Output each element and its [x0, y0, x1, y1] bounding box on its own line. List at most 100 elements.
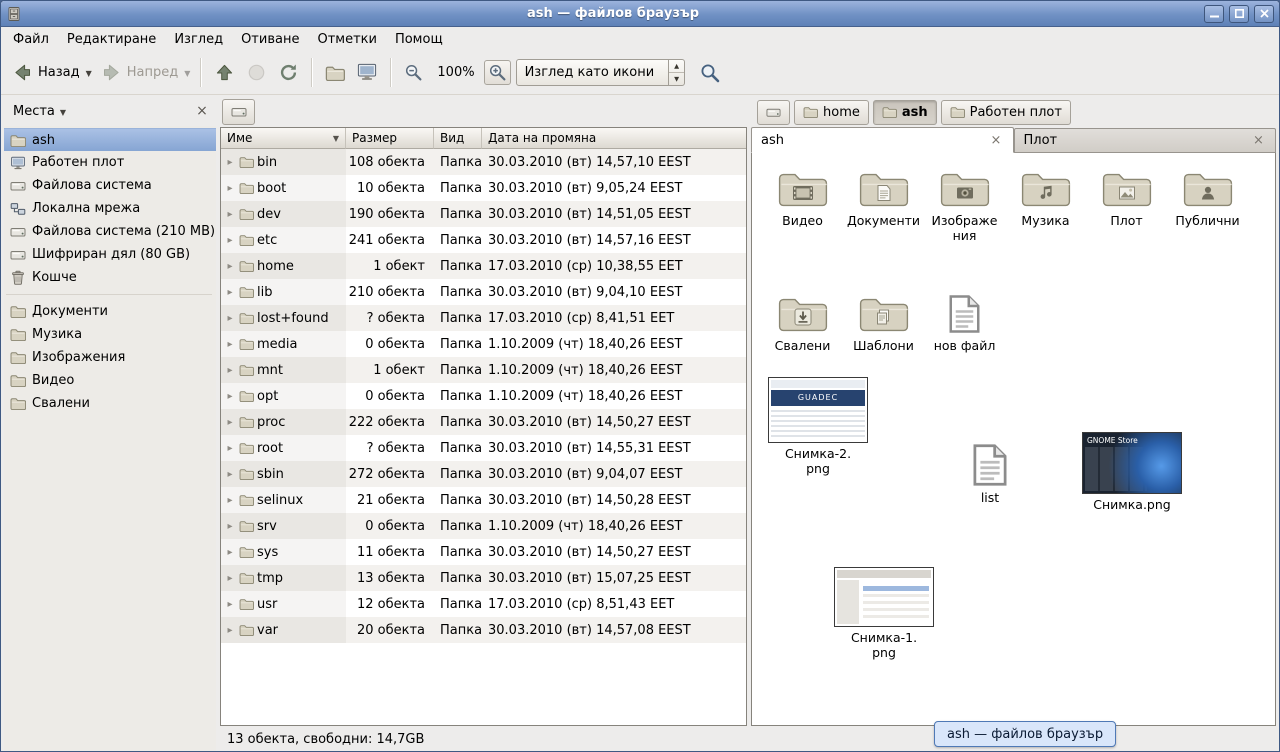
tree-row-etc[interactable]: ▸etc241 обектаПапка30.03.2010 (вт) 14,57…	[221, 227, 746, 253]
stop-button[interactable]	[241, 58, 272, 87]
forward-history-dropdown-icon[interactable]: ▼	[184, 65, 193, 80]
menu-file[interactable]: Файл	[5, 29, 57, 50]
icon-view-item-public[interactable]: Публични	[1167, 167, 1248, 244]
maximize-button[interactable]	[1229, 5, 1249, 23]
forward-button[interactable]: Напред	[96, 58, 183, 87]
expander-icon[interactable]: ▸	[224, 261, 236, 272]
expander-icon[interactable]: ▸	[224, 599, 236, 610]
path-button-root[interactable]	[757, 100, 790, 125]
icon-view-item-templates[interactable]: Шаблони	[843, 292, 924, 354]
places-item-music[interactable]: Музика	[4, 323, 216, 346]
places-item-desktop[interactable]: Работен плот	[4, 151, 216, 174]
tree-row-opt[interactable]: ▸opt0 обектаПапка1.10.2009 (чт) 18,40,26…	[221, 383, 746, 409]
tree-row-selinux[interactable]: ▸selinux21 обектаПапка30.03.2010 (вт) 14…	[221, 487, 746, 513]
expander-icon[interactable]: ▸	[224, 547, 236, 558]
tree-row-dev[interactable]: ▸dev190 обектаПапка30.03.2010 (вт) 14,51…	[221, 201, 746, 227]
titlebar[interactable]: ash — файлов браузър	[1, 1, 1279, 27]
places-selector[interactable]: Места	[13, 104, 55, 119]
file-item-snimka-1[interactable]: Снимка-1.png	[832, 567, 936, 661]
menu-bookmarks[interactable]: Отметки	[309, 29, 384, 50]
expander-icon[interactable]: ▸	[224, 573, 236, 584]
view-mode-spinner[interactable]: ▲▼	[668, 60, 684, 85]
places-item-network[interactable]: Локална мрежа	[4, 197, 216, 220]
places-item-documents[interactable]: Документи	[4, 300, 216, 323]
root-location-button[interactable]	[222, 99, 255, 125]
tab-plot[interactable]: Плот×	[1014, 128, 1277, 153]
back-history-dropdown-icon[interactable]: ▼	[86, 65, 95, 80]
tree-row-var[interactable]: ▸var20 обектаПапка30.03.2010 (вт) 14,57,…	[221, 617, 746, 643]
expander-icon[interactable]: ▸	[224, 365, 236, 376]
tab-close-icon[interactable]: ×	[989, 133, 1004, 148]
zoom-in-button[interactable]	[484, 60, 511, 85]
icon-view-item-video[interactable]: Видео	[762, 167, 843, 244]
icon-view-item-pictures[interactable]: Изображения	[924, 167, 1005, 244]
zoom-out-button[interactable]	[399, 59, 428, 86]
expander-icon[interactable]: ▸	[224, 495, 236, 506]
places-close-icon[interactable]: ×	[193, 103, 211, 121]
path-button-home[interactable]: home	[794, 100, 869, 125]
spin-up-icon[interactable]: ▲	[669, 60, 684, 73]
view-mode-selector[interactable]: Изглед като икони ▲▼	[516, 59, 686, 86]
expander-icon[interactable]: ▸	[224, 469, 236, 480]
places-item-filesystem[interactable]: Файлова система	[4, 174, 216, 197]
path-button-desktop[interactable]: Работен плот	[941, 100, 1071, 125]
icon-view-item-download[interactable]: Свалени	[762, 292, 843, 354]
window-menu-icon[interactable]	[6, 6, 22, 22]
places-item-home[interactable]: ash	[4, 128, 216, 151]
expander-icon[interactable]: ▸	[224, 287, 236, 298]
path-button-ash[interactable]: ash	[873, 100, 937, 125]
minimize-button[interactable]	[1204, 5, 1224, 23]
tree-row-tmp[interactable]: ▸tmp13 обектаПапка30.03.2010 (вт) 15,07,…	[221, 565, 746, 591]
tree-row-sys[interactable]: ▸sys11 обектаПапка30.03.2010 (вт) 14,50,…	[221, 539, 746, 565]
icon-view-item-documents[interactable]: Документи	[843, 167, 924, 244]
tree-row-lost+found[interactable]: ▸lost+found? обектаПапка17.03.2010 (ср) …	[221, 305, 746, 331]
icon-view-item-music[interactable]: Музика	[1005, 167, 1086, 244]
up-button[interactable]	[209, 58, 240, 87]
places-item-volume-210mb[interactable]: Файлова система (210 MB)	[4, 220, 216, 243]
expander-icon[interactable]: ▸	[224, 313, 236, 324]
column-header-type[interactable]: Вид	[434, 128, 482, 149]
search-button[interactable]	[696, 59, 724, 87]
tree-row-root[interactable]: ▸root? обектаПапка30.03.2010 (вт) 14,55,…	[221, 435, 746, 461]
tree-row-lib[interactable]: ▸lib210 обектаПапка30.03.2010 (вт) 9,04,…	[221, 279, 746, 305]
close-button[interactable]	[1254, 5, 1274, 23]
column-header-date[interactable]: Дата на промяна	[482, 128, 746, 149]
menu-go[interactable]: Отиване	[233, 29, 307, 50]
computer-button[interactable]	[351, 58, 383, 87]
column-header-name[interactable]: Име▼	[221, 128, 346, 149]
icon-view-item-desktop[interactable]: Плот	[1086, 167, 1167, 244]
tree-row-boot[interactable]: ▸boot10 обектаПапка30.03.2010 (вт) 9,05,…	[221, 175, 746, 201]
menu-help[interactable]: Помощ	[387, 29, 451, 50]
expander-icon[interactable]: ▸	[224, 391, 236, 402]
tree-row-media[interactable]: ▸media0 обектаПапка1.10.2009 (чт) 18,40,…	[221, 331, 746, 357]
spin-down-icon[interactable]: ▼	[669, 73, 684, 85]
places-item-trash[interactable]: Кошче	[4, 266, 216, 289]
tree-row-usr[interactable]: ▸usr12 обектаПапка17.03.2010 (ср) 8,51,4…	[221, 591, 746, 617]
file-item-snimka[interactable]: GNOME Store Снимка.png	[1076, 432, 1188, 513]
places-item-encrypted-80gb[interactable]: Шифриран дял (80 GB)	[4, 243, 216, 266]
places-item-downloads[interactable]: Свалени	[4, 392, 216, 415]
expander-icon[interactable]: ▸	[224, 443, 236, 454]
window-list-hint[interactable]: ash — файлов браузър	[934, 721, 1116, 747]
tree-row-home[interactable]: ▸home1 обектПапка17.03.2010 (ср) 10,38,5…	[221, 253, 746, 279]
expander-icon[interactable]: ▸	[224, 209, 236, 220]
file-item-snimka-2[interactable]: GUADEC Снимка-2.png	[766, 377, 870, 477]
tree-row-sbin[interactable]: ▸sbin272 обектаПапка30.03.2010 (вт) 9,04…	[221, 461, 746, 487]
expander-icon[interactable]: ▸	[224, 625, 236, 636]
expander-icon[interactable]: ▸	[224, 183, 236, 194]
tree-row-proc[interactable]: ▸proc222 обектаПапка30.03.2010 (вт) 14,5…	[221, 409, 746, 435]
tree-row-bin[interactable]: ▸bin108 обектаПапка30.03.2010 (вт) 14,57…	[221, 149, 746, 175]
menu-edit[interactable]: Редактиране	[59, 29, 164, 50]
chevron-down-icon[interactable]: ▼	[60, 108, 66, 117]
expander-icon[interactable]: ▸	[224, 157, 236, 168]
reload-button[interactable]	[273, 58, 304, 87]
places-item-pictures[interactable]: Изображения	[4, 346, 216, 369]
tree-row-srv[interactable]: ▸srv0 обектаПапка1.10.2009 (чт) 18,40,26…	[221, 513, 746, 539]
file-item-list[interactable]: list	[954, 443, 1026, 506]
tab-ash[interactable]: ash×	[751, 127, 1014, 153]
icon-view[interactable]: ВидеоДокументиИзображенияМузикаПлотПубли…	[751, 153, 1276, 726]
home-button[interactable]	[320, 61, 350, 85]
expander-icon[interactable]: ▸	[224, 235, 236, 246]
expander-icon[interactable]: ▸	[224, 339, 236, 350]
back-button[interactable]: Назад	[7, 58, 85, 87]
